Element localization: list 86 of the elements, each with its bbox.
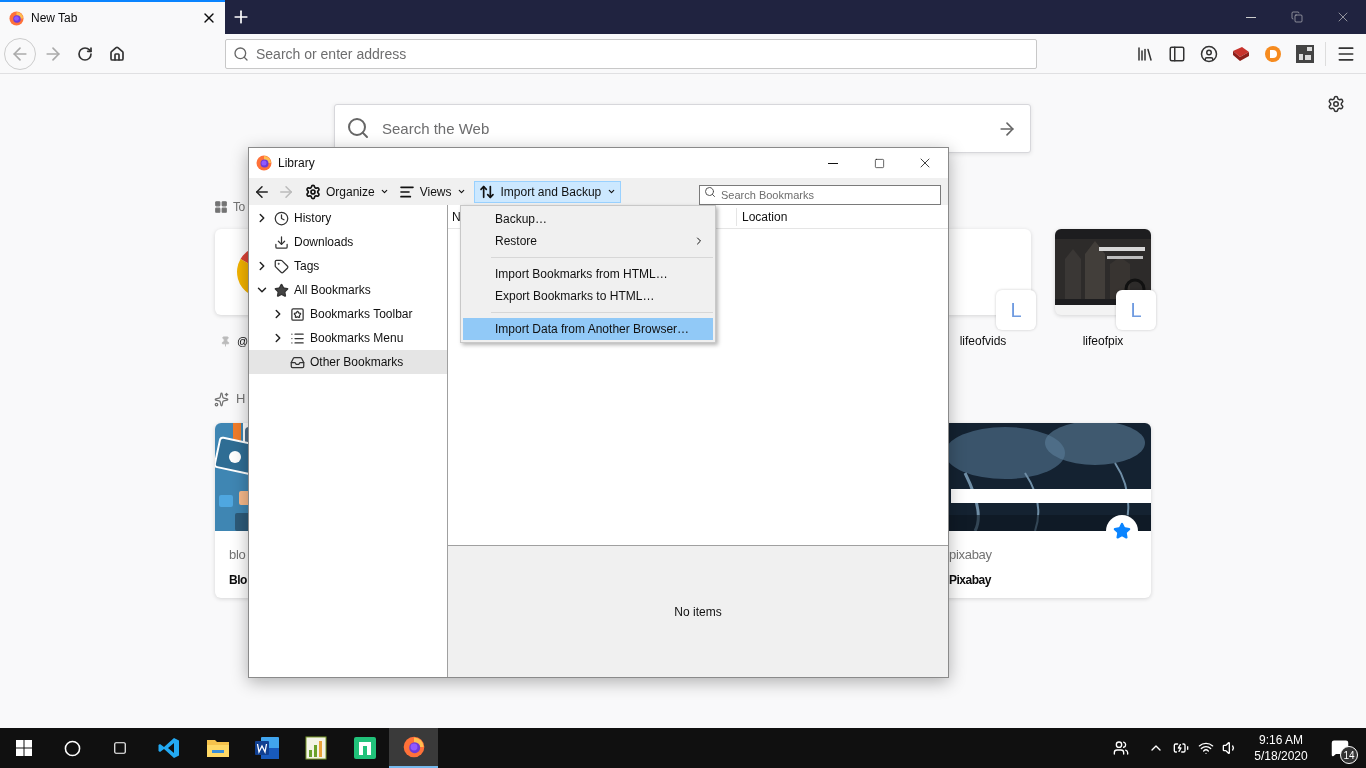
tree-item[interactable]: Tags (249, 254, 447, 278)
tile-label: lifeofvids (959, 333, 1007, 350)
tag-icon (274, 258, 289, 274)
clock-icon (274, 210, 289, 226)
folder-icon (205, 737, 230, 759)
card-title: Pixabay (948, 571, 993, 589)
battery-icon[interactable] (1173, 740, 1189, 756)
search-icon (346, 116, 370, 140)
section-heading: To (233, 199, 245, 216)
tree-item[interactable]: Bookmarks Toolbar (249, 302, 447, 326)
minimize-icon (1246, 16, 1256, 18)
chart-app-icon (304, 736, 327, 760)
menu-item[interactable]: Backup… (463, 208, 713, 230)
up-down-arrows-icon (478, 183, 495, 200)
tree-label: Tags (294, 258, 320, 275)
search-circle-icon (63, 739, 81, 757)
address-field[interactable]: Search or enter address (225, 38, 1037, 69)
search-icon (233, 45, 249, 62)
tree-item[interactable]: Downloads (249, 230, 447, 254)
caret-icon (379, 187, 389, 196)
taskbar-app[interactable] (389, 728, 438, 768)
browser-tab[interactable]: New Tab (0, 0, 225, 34)
tree-label: Bookmarks Toolbar (310, 306, 413, 323)
code-editor-icon (156, 736, 181, 760)
bookmark-search-field[interactable]: Search Bookmarks (699, 184, 941, 205)
firefox-logo-icon (402, 736, 425, 758)
clock[interactable]: 9:16 AM 5/18/2020 (1246, 732, 1316, 764)
star-icon (1113, 522, 1131, 540)
tree-label: History (294, 210, 332, 227)
card-source: pixabay (948, 546, 993, 564)
account-icon (1200, 44, 1218, 63)
library-icon (1136, 44, 1154, 63)
notification-count: 14 (1340, 746, 1358, 764)
download-icon (274, 234, 289, 250)
reload-icon (77, 45, 93, 62)
section-heading: H (236, 390, 246, 409)
sparkle-icon (214, 391, 229, 407)
document-app-icon (253, 736, 280, 760)
people-icon[interactable] (1113, 740, 1129, 756)
tile-logo-icon (1296, 44, 1314, 63)
tree-item[interactable]: Other Bookmarks (249, 350, 447, 374)
card-title: Blo (228, 571, 248, 589)
caret-icon (607, 187, 617, 196)
tree-label: Other Bookmarks (310, 354, 404, 371)
firefox-logo-icon (256, 155, 272, 171)
sidebar-icon (1168, 44, 1186, 63)
menu-item[interactable]: Import Data from Another Browser… (463, 318, 713, 340)
tree-item[interactable]: All Bookmarks (249, 278, 447, 302)
star-box-icon (290, 306, 305, 322)
menu-item[interactable]: Import Bookmarks from HTML… (463, 263, 713, 285)
tile-label: lifeofpix (1082, 333, 1124, 350)
letter-badge: L (1116, 290, 1156, 330)
list-icon (290, 330, 305, 346)
gear-icon (305, 183, 321, 200)
tree-label: All Bookmarks (294, 282, 371, 299)
settings-icon[interactable] (1327, 95, 1345, 113)
star-icon (274, 282, 289, 298)
tree-label: Bookmarks Menu (310, 330, 404, 347)
home-icon (109, 45, 125, 62)
views-button[interactable]: Views (398, 180, 466, 203)
tile-label: @ (237, 333, 249, 349)
empty-message: No items (674, 603, 722, 621)
organize-button[interactable]: Organize (305, 180, 389, 203)
menu-item[interactable]: Restore (463, 230, 713, 252)
menu-item[interactable]: Export Bookmarks to HTML… (463, 285, 713, 307)
minimize-icon (828, 162, 838, 164)
tray-icon (290, 354, 305, 370)
book-icon (1232, 45, 1250, 62)
wifi-icon[interactable] (1198, 740, 1214, 756)
app-logo-icon (353, 737, 376, 759)
import-backup-button[interactable]: Import and Backup (473, 180, 622, 203)
tree-item[interactable]: Bookmarks Menu (249, 326, 447, 350)
maximize-icon (873, 157, 885, 169)
windows-logo-icon (16, 740, 32, 756)
card-source: blo (228, 546, 247, 564)
column-header[interactable]: Location (737, 207, 788, 226)
letter-badge: L (996, 290, 1036, 330)
task-view-icon (113, 741, 127, 755)
search-icon (704, 185, 716, 198)
caret-icon (456, 187, 466, 196)
window-title: Library (278, 155, 315, 172)
tree-label: Downloads (294, 234, 354, 251)
grid-icon (214, 200, 228, 214)
tree-item[interactable]: History (249, 206, 447, 230)
restore-icon (1291, 11, 1303, 23)
firefox-logo-icon (9, 10, 24, 26)
